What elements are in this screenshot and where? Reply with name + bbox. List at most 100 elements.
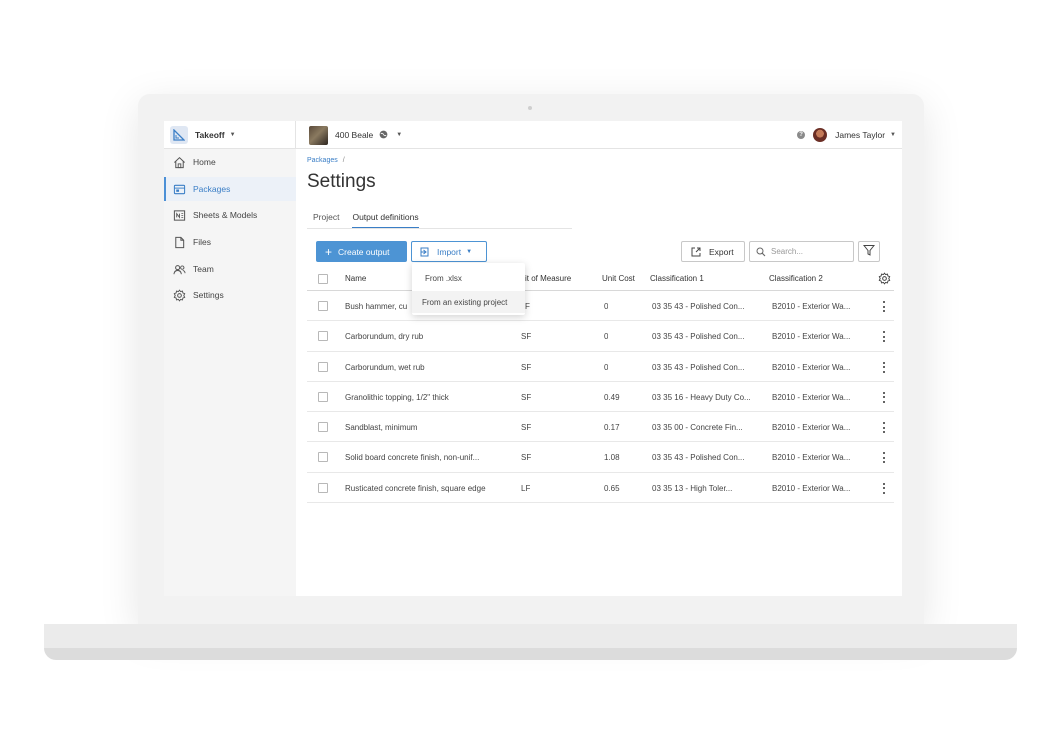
row-checkbox[interactable] xyxy=(318,482,328,493)
laptop-base xyxy=(44,624,1017,648)
sidebar-item-settings[interactable]: Settings xyxy=(164,283,296,307)
row-checkbox[interactable] xyxy=(318,301,328,311)
cell-classification-1: 03 35 43 - Polished Con... xyxy=(652,302,745,311)
cell-name: Solid board concrete finish, non-unif... xyxy=(345,453,480,463)
row-checkbox[interactable] xyxy=(318,391,328,402)
row-more-icon[interactable] xyxy=(881,391,887,403)
row-checkbox[interactable] xyxy=(318,331,328,342)
plus-icon: + xyxy=(325,244,333,259)
cell-classification-1: 03 35 43 - Polished Con... xyxy=(652,332,745,342)
row-checkbox[interactable] xyxy=(318,361,328,372)
cell-unit-cost: 0 xyxy=(604,362,609,372)
row-more-icon[interactable] xyxy=(881,482,887,494)
table-row[interactable]: Rusticated concrete finish, square edge … xyxy=(307,473,894,504)
sheets-icon xyxy=(172,208,186,222)
cell-unit: SF xyxy=(521,423,532,433)
caret-down-icon: ▼ xyxy=(229,132,236,138)
sidebar-item-label: Files xyxy=(193,237,211,247)
table-row[interactable]: Sandblast, minimum SF 0.17 03 35 00 - Co… xyxy=(307,412,894,443)
user-name[interactable]: James Taylor xyxy=(835,130,885,140)
cell-unit: SF xyxy=(521,392,532,402)
cell-classification-1: 03 35 16 - Heavy Duty Co... xyxy=(652,392,751,402)
column-settings-gear-icon[interactable] xyxy=(878,272,891,290)
search-field[interactable] xyxy=(749,241,854,262)
camera xyxy=(528,106,532,110)
cell-classification-2: B2010 - Exterior Wa... xyxy=(772,392,851,402)
sidebar-item-home[interactable]: Home xyxy=(164,150,296,174)
search-icon xyxy=(756,247,766,257)
column-header-name[interactable]: Name xyxy=(345,274,366,283)
help-icon[interactable]: ? xyxy=(797,131,806,139)
export-icon xyxy=(691,247,701,257)
caret-down-icon[interactable]: ▼ xyxy=(890,132,896,138)
cell-unit-cost: 1.08 xyxy=(604,453,620,463)
import-button[interactable]: Import ▼ xyxy=(411,241,487,262)
sidebar-item-label: Team xyxy=(193,264,214,274)
menu-item-from-xlsx[interactable]: From .xlsx xyxy=(412,267,525,289)
export-label: Export xyxy=(709,246,734,257)
app-name: Takeoff xyxy=(195,130,225,140)
app-switcher[interactable]: Takeoff ▼ xyxy=(164,121,296,149)
cell-classification-1: 03 35 13 - High Toler... xyxy=(652,483,733,493)
cell-classification-1: 03 35 43 - Polished Con... xyxy=(652,453,745,463)
filter-button[interactable] xyxy=(858,241,880,262)
column-header-unit-of-measure[interactable]: it of Measure xyxy=(525,274,571,283)
sidebar-item-sheets-models[interactable]: Sheets & Models xyxy=(164,203,296,227)
project-thumbnail xyxy=(309,125,328,145)
tab-output-definitions[interactable]: Output definitions xyxy=(352,212,419,229)
page-title: Settings xyxy=(307,171,376,192)
sidebar-item-files[interactable]: Files xyxy=(164,230,296,254)
row-more-icon[interactable] xyxy=(881,422,887,434)
file-icon xyxy=(172,235,186,249)
sidebar-item-label: Sheets & Models xyxy=(193,210,258,220)
cell-classification-2: B2010 - Exterior Wa... xyxy=(772,423,851,433)
column-header-classification-1[interactable]: Classification 1 xyxy=(650,274,704,283)
cell-classification-2: B2010 - Exterior Wa... xyxy=(772,302,851,311)
project-name: 400 Beale xyxy=(335,130,374,140)
cell-name: Carborundum, wet rub xyxy=(345,362,425,372)
table-row[interactable]: Carborundum, dry rub SF 0 03 35 43 - Pol… xyxy=(307,321,894,352)
row-more-icon[interactable] xyxy=(881,331,887,343)
table-header: Name it of Measure Unit Cost Classificat… xyxy=(307,266,894,291)
gear-icon xyxy=(172,288,186,302)
cell-classification-2: B2010 - Exterior Wa... xyxy=(772,453,851,463)
import-icon xyxy=(420,247,430,257)
filter-icon xyxy=(862,243,876,261)
cell-unit-cost: 0.65 xyxy=(604,483,620,493)
project-switcher[interactable]: 400 Beale ▼ xyxy=(309,125,402,145)
row-more-icon[interactable] xyxy=(881,301,887,312)
laptop-base-edge xyxy=(44,648,1017,660)
search-input[interactable] xyxy=(771,247,846,256)
table-row[interactable]: Bush hammer, cu F 0 03 35 43 - Polished … xyxy=(307,291,894,322)
export-button[interactable]: Export xyxy=(681,241,745,262)
menu-item-from-existing-project[interactable]: From an existing project xyxy=(412,291,525,313)
column-header-unit-cost[interactable]: Unit Cost xyxy=(602,274,635,283)
row-checkbox[interactable] xyxy=(318,452,328,463)
sidebar-item-label: Packages xyxy=(193,184,231,194)
sidebar-item-label: Home xyxy=(193,157,216,167)
table-row[interactable]: Granolithic topping, 1/2" thick SF 0.49 … xyxy=(307,382,894,413)
create-output-button[interactable]: + Create output xyxy=(316,241,407,262)
column-header-classification-2[interactable]: Classification 2 xyxy=(769,274,823,283)
table-row[interactable]: Carborundum, wet rub SF 0 03 35 43 - Pol… xyxy=(307,352,894,382)
sidebar-item-label: Settings xyxy=(193,290,224,300)
team-icon xyxy=(172,262,186,276)
globe-icon xyxy=(379,130,388,141)
cell-unit-cost: 0 xyxy=(604,302,609,311)
row-more-icon[interactable] xyxy=(881,452,887,464)
create-output-label: Create output xyxy=(338,246,390,257)
select-all-checkbox[interactable] xyxy=(318,274,328,284)
cell-name: Rusticated concrete finish, square edge xyxy=(345,483,486,493)
breadcrumb-link-packages[interactable]: Packages xyxy=(307,157,338,164)
sidebar-item-packages[interactable]: Packages xyxy=(164,177,296,201)
cell-classification-2: B2010 - Exterior Wa... xyxy=(772,483,851,493)
cell-name: Sandblast, minimum xyxy=(345,423,418,433)
cell-unit-cost: 0 xyxy=(604,332,609,342)
row-checkbox[interactable] xyxy=(318,422,328,433)
table-row[interactable]: Solid board concrete finish, non-unif...… xyxy=(307,442,894,473)
avatar[interactable] xyxy=(813,128,828,142)
sidebar-item-team[interactable]: Team xyxy=(164,257,296,281)
tab-project[interactable]: Project xyxy=(313,212,339,229)
row-more-icon[interactable] xyxy=(881,361,887,373)
packages-icon xyxy=(172,182,186,196)
